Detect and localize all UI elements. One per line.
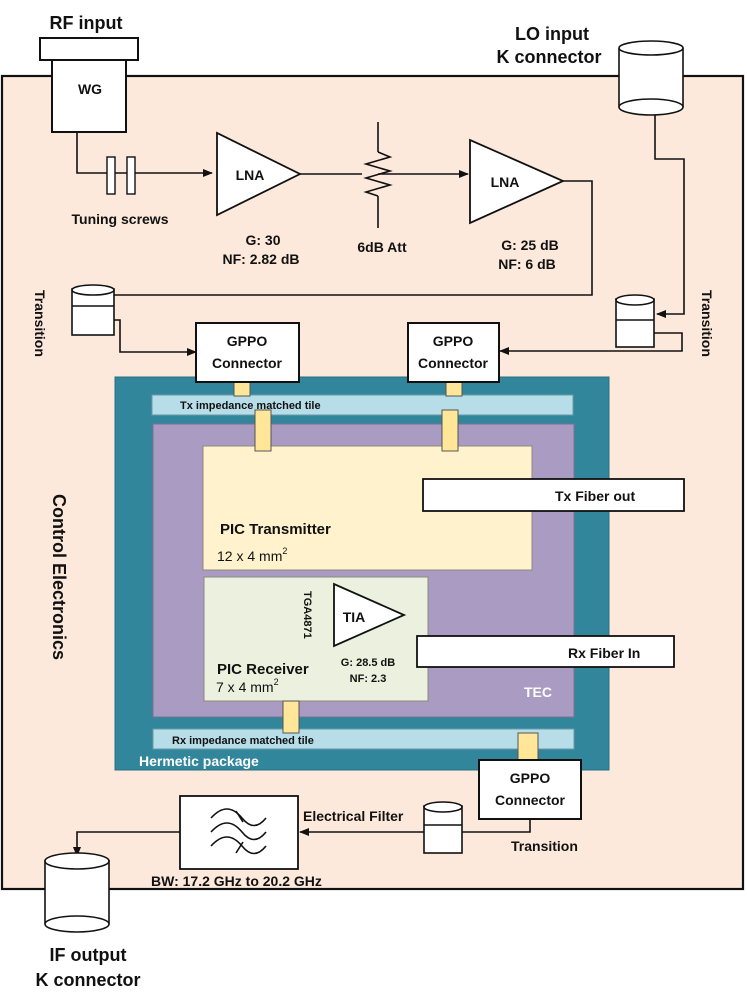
- tia-label: TIA: [343, 609, 366, 625]
- lo-k-connector-icon: [618, 40, 684, 116]
- pad-gppo-1-top: [233, 381, 251, 397]
- gppo-connector-1-label-1: GPPO: [227, 333, 268, 349]
- if-output-label-2: K connector: [35, 970, 140, 990]
- rf-input-label: RF input: [50, 13, 123, 33]
- pic-receiver-label: PIC Receiver: [217, 661, 309, 678]
- tec-label: TEC: [524, 684, 552, 700]
- transition-right-icon: [615, 294, 655, 348]
- lo-input-label-1: LO input: [515, 24, 589, 44]
- control-electronics-label: Control Electronics: [49, 494, 69, 660]
- gppo-connector-2-label-1: GPPO: [433, 333, 474, 349]
- gppo-connector-3-label-1: GPPO: [510, 770, 551, 786]
- gppo-connector-2-label-2: Connector: [418, 355, 489, 371]
- if-k-connector-icon: [44, 852, 110, 933]
- rx-fiber-in-label: Rx Fiber In: [568, 645, 640, 661]
- tia-part-number: TGA4871: [301, 591, 313, 639]
- lna-1-label: LNA: [236, 167, 265, 183]
- transition-right-label: Transition: [699, 290, 715, 357]
- gppo-connector-1: [195, 322, 300, 383]
- pad-gppo-2-tec: [441, 409, 459, 452]
- lna-1-gain: G: 30: [245, 232, 280, 248]
- gppo-connector-3-label-2: Connector: [495, 792, 566, 808]
- pad-gppo-2-top: [445, 381, 463, 397]
- tuning-screw-2: [126, 156, 136, 195]
- pic-receiver-size: 7 x 4 mm2: [216, 677, 279, 695]
- lna-1-nf: NF: 2.82 dB: [222, 251, 299, 267]
- waveguide-label: WG: [78, 81, 102, 97]
- filter-bandwidth: BW: 17.2 GHz to 20.2 GHz: [151, 873, 322, 889]
- transition-left-icon: [71, 284, 115, 336]
- tx-impedance-tile-label: Tx impedance matched tile: [180, 400, 321, 412]
- tx-fiber-out-label: Tx Fiber out: [555, 488, 635, 504]
- hermetic-package-label: Hermetic package: [139, 753, 259, 769]
- receiver-block-diagram: RF input WG Tuning screws LNA G: 30 NF: …: [0, 13, 745, 990]
- tuning-screws-label: Tuning screws: [72, 211, 169, 227]
- gppo-connector-2: [407, 322, 500, 383]
- pic-transmitter-size: 12 x 4 mm2: [217, 546, 287, 564]
- tx-fiber-out: [422, 478, 685, 512]
- pad-gppo-3: [517, 732, 539, 761]
- tia-gain: G: 28.5 dB: [341, 657, 395, 669]
- tuning-screw-1: [106, 156, 116, 195]
- lo-input-label-2: K connector: [496, 47, 601, 67]
- electrical-filter: [179, 795, 299, 870]
- pad-rx-out: [282, 700, 300, 734]
- electrical-filter-label: Electrical Filter: [303, 808, 404, 824]
- if-output-label-1: IF output: [50, 945, 127, 965]
- lna-2-nf: NF: 6 dB: [498, 256, 556, 272]
- attenuator-label: 6dB Att: [357, 239, 407, 255]
- transition-left-label: Transition: [32, 290, 48, 357]
- lna-2-label: LNA: [491, 174, 520, 190]
- gppo-connector-3: [478, 759, 582, 820]
- waveguide-flange: [39, 37, 139, 61]
- pic-transmitter-label: PIC Transmitter: [220, 521, 331, 538]
- rx-impedance-tile-label: Rx impedance matched tile: [172, 735, 314, 747]
- transition-bottom-icon: [423, 801, 463, 854]
- pad-gppo-1-tec: [254, 409, 272, 452]
- tia-nf: NF: 2.3: [350, 673, 387, 685]
- transition-bottom-label: Transition: [511, 838, 578, 854]
- lna-2-gain: G: 25 dB: [501, 237, 559, 253]
- gppo-connector-1-label-2: Connector: [212, 355, 283, 371]
